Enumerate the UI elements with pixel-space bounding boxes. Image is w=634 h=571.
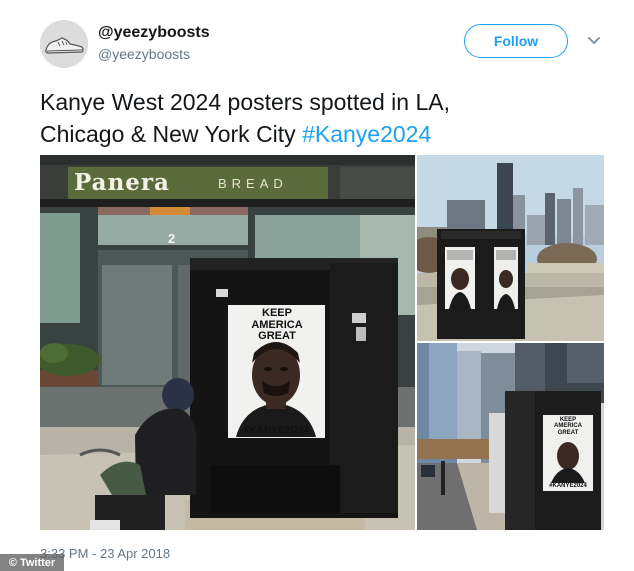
poster-hashtag-ny: #KANYE2024 (549, 483, 587, 489)
poster-slogan-la: KEEP AMERICA GREAT (251, 307, 303, 343)
photo-chicago[interactable] (417, 155, 604, 341)
user-handle[interactable]: @yeezyboosts (98, 46, 190, 62)
photo-new-york[interactable]: KEEP AMERICA GREAT #KANYE2024 (417, 343, 604, 530)
follow-button[interactable]: Follow (464, 24, 568, 58)
panera-sign: Panera (74, 169, 170, 196)
bread-sign: BREAD (218, 176, 288, 191)
tweet-text-line-1: Kanye West 2024 posters spotted in LA, (40, 89, 450, 115)
tweet-card: @yeezyboosts @yeezyboosts Follow Kanye W… (0, 0, 634, 571)
tweet-text-line-2: Chicago & New York City #Kanye2024 (40, 118, 600, 150)
display-name[interactable]: @yeezyboosts (98, 24, 210, 42)
chevron-down-icon[interactable] (586, 32, 602, 48)
photo-la[interactable]: Panera BREAD 2 KEEP AMERICA GREAT #KANYE… (40, 155, 415, 530)
hashtag-link[interactable]: #Kanye2024 (302, 121, 431, 147)
chicago-scene (417, 155, 604, 341)
poster-hashtag-la: #KANYE2O24 (243, 425, 310, 436)
ny-scene (417, 343, 604, 530)
avatar[interactable] (40, 20, 88, 68)
tweet-text: Kanye West 2024 posters spotted in LA, C… (40, 86, 600, 150)
sneaker-icon (40, 20, 88, 68)
media-grid: Panera BREAD 2 KEEP AMERICA GREAT #KANYE… (40, 155, 604, 530)
twitter-watermark: © Twitter (0, 554, 64, 571)
address-number: 2 (168, 231, 176, 246)
tweet-text-line-2-prefix: Chicago & New York City (40, 121, 303, 147)
la-scene (40, 155, 415, 530)
poster-slogan-ny: KEEP AMERICA GREAT (554, 417, 582, 436)
